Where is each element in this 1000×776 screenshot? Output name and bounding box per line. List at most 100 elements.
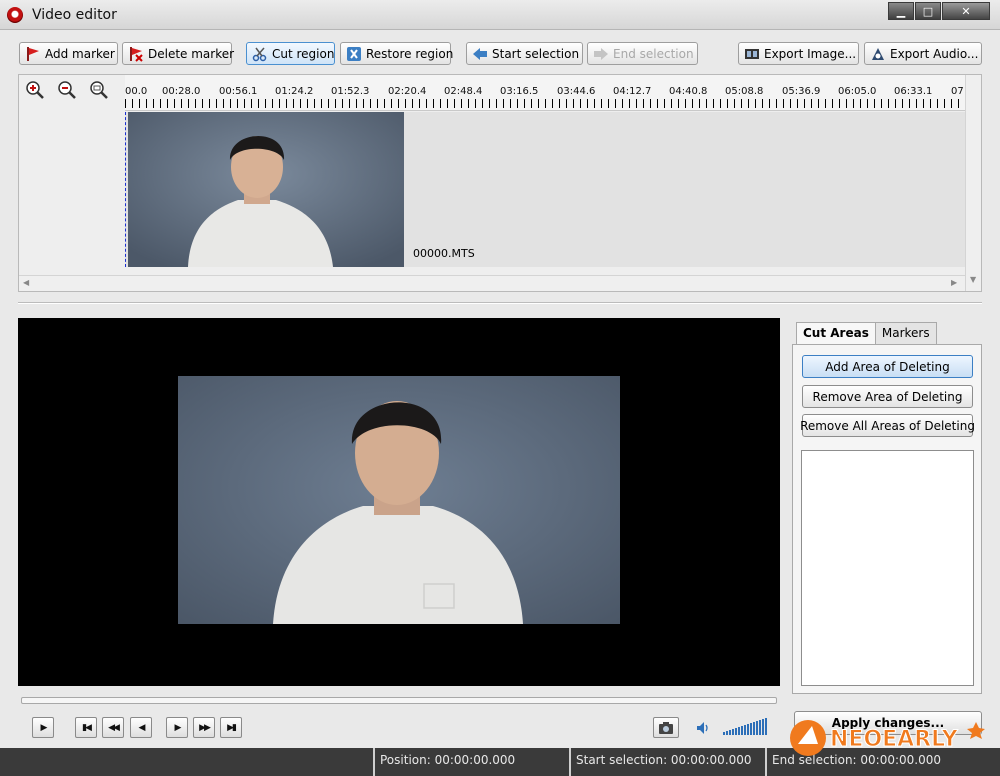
snapshot-button[interactable] [653,717,679,738]
timeline: 00.0 00:28.0 00:56.1 01:24.2 01:52.3 02:… [18,74,982,292]
position-readout: Position: 00:00:00.000 [373,748,569,776]
skip-end-icon: ▶▮ [227,722,237,733]
audio-export-icon [872,47,884,60]
zoom-in-button[interactable] [19,75,51,105]
side-tabs: Cut Areas Markers [796,322,937,345]
start-selection-button[interactable]: Start selection [466,42,583,65]
zoom-fit-icon [90,81,108,99]
zoom-in-icon [26,81,44,99]
film-icon [745,48,759,59]
remove-area-button[interactable]: Remove Area of Deleting [802,385,973,408]
start-arrow-icon [473,47,487,60]
go-to-end-button[interactable]: ▶▮ [220,717,242,738]
restore-icon [347,46,361,61]
tick-label: 00:56.1 [219,86,258,97]
tick-label: 00:28.0 [162,86,201,97]
add-marker-button[interactable]: Add marker [19,42,118,65]
play-button[interactable]: ▶ [32,717,54,738]
tick-label: 01:52.3 [331,86,370,97]
tick-label: 03:44.6 [557,86,596,97]
export-audio-label: Export Audio... [890,46,979,61]
video-track[interactable]: 00000.MTS [125,112,965,267]
camera-icon [659,721,673,734]
cut-areas-panel: Add Area of Deleting Remove Area of Dele… [792,344,982,694]
end-selection-label: End selection [613,46,694,61]
tick-label: 05:08.8 [725,86,764,97]
tick-label: 06:05.0 [838,86,877,97]
watermark-logo: NEOEARLY [790,720,985,756]
clip-thumbnail[interactable] [128,112,404,267]
zoom-out-button[interactable] [51,75,83,105]
end-selection-button[interactable]: End selection [587,42,698,65]
scroll-left-icon[interactable]: ◀ [23,278,29,287]
rewind-button[interactable]: ◀◀ [102,717,124,738]
play-icon: ▶ [40,722,48,733]
tick-label: 01:24.2 [275,86,314,97]
watermark-text: NEOEARLY [830,727,959,752]
step-back-button[interactable]: ◀ [130,717,152,738]
video-frame-image [178,376,620,624]
close-button[interactable]: ✕ [942,2,990,20]
video-preview [18,318,780,686]
export-image-button[interactable]: Export Image... [738,42,859,65]
step-forward-button[interactable]: ▶ [166,717,188,738]
tab-cut-areas[interactable]: Cut Areas [796,322,876,345]
tick-label: 05:36.9 [782,86,821,97]
cut-areas-list[interactable] [801,450,974,686]
zoom-fit-button[interactable] [83,75,115,105]
video-frame [178,376,620,624]
tab-markers[interactable]: Markers [874,322,937,344]
export-image-label: Export Image... [764,46,857,61]
tick-label: 00.0 [125,86,148,97]
app-icon [7,7,23,23]
tick-label: 02:20.4 [388,86,427,97]
rewind-icon: ◀◀ [108,722,120,733]
window-controls: ▁ □ ✕ [887,2,990,20]
scroll-right-icon[interactable]: ▶ [951,278,957,287]
speaker-icon[interactable] [696,721,710,735]
seek-bar[interactable] [21,697,777,704]
step-back-icon: ◀ [138,722,146,733]
step-forward-icon: ▶ [174,722,182,733]
go-to-start-button[interactable]: ▮◀ [75,717,97,738]
flag-icon [27,46,39,61]
zoom-controls [19,75,125,111]
restore-region-button[interactable]: Restore region [340,42,454,65]
tick-label: 04:12.7 [613,86,652,97]
start-selection-readout: Start selection: 00:00:00.000 [569,748,765,776]
volume-slider[interactable] [723,718,769,736]
fast-forward-icon: ▶▶ [199,722,211,733]
maximize-button[interactable]: □ [915,2,941,20]
splitter[interactable] [18,302,982,304]
scissors-icon [252,47,267,61]
export-audio-button[interactable]: Export Audio... [864,42,982,65]
cut-region-label: Cut region [272,46,335,61]
tick-label: 02:48.4 [444,86,483,97]
timeline-horizontal-scrollbar[interactable]: ◀ ▶ [19,275,965,291]
add-marker-label: Add marker [45,46,115,61]
tick-label: 07 [951,86,964,97]
tick-label: 04:40.8 [669,86,708,97]
remove-all-areas-button[interactable]: Remove All Areas of Deleting [800,414,975,437]
start-selection-label: Start selection [492,46,580,61]
tick-label: 03:16.5 [500,86,539,97]
add-area-button[interactable]: Add Area of Deleting [802,355,973,378]
tick-label: 06:33.1 [894,86,933,97]
time-ruler[interactable]: 00.0 00:28.0 00:56.1 01:24.2 01:52.3 02:… [125,75,965,111]
ruler-ticks [125,99,965,108]
restore-region-label: Restore region [366,46,454,61]
title-bar: Video editor ▁ □ ✕ [0,0,1000,30]
delete-marker-button[interactable]: Delete marker [122,42,235,65]
end-arrow-icon [594,47,608,60]
clip-filename: 00000.MTS [413,247,475,260]
skip-start-icon: ▮◀ [82,722,92,733]
clip-thumbnail-image [128,112,404,267]
timeline-vertical-scrollbar[interactable]: ▼ [965,75,981,291]
window-title: Video editor [32,7,117,23]
delete-marker-label: Delete marker [148,46,235,61]
minimize-button[interactable]: ▁ [888,2,914,20]
cut-region-button[interactable]: Cut region [246,42,335,65]
delete-flag-icon [130,46,143,62]
zoom-out-icon [58,81,76,99]
fast-forward-button[interactable]: ▶▶ [193,717,215,738]
